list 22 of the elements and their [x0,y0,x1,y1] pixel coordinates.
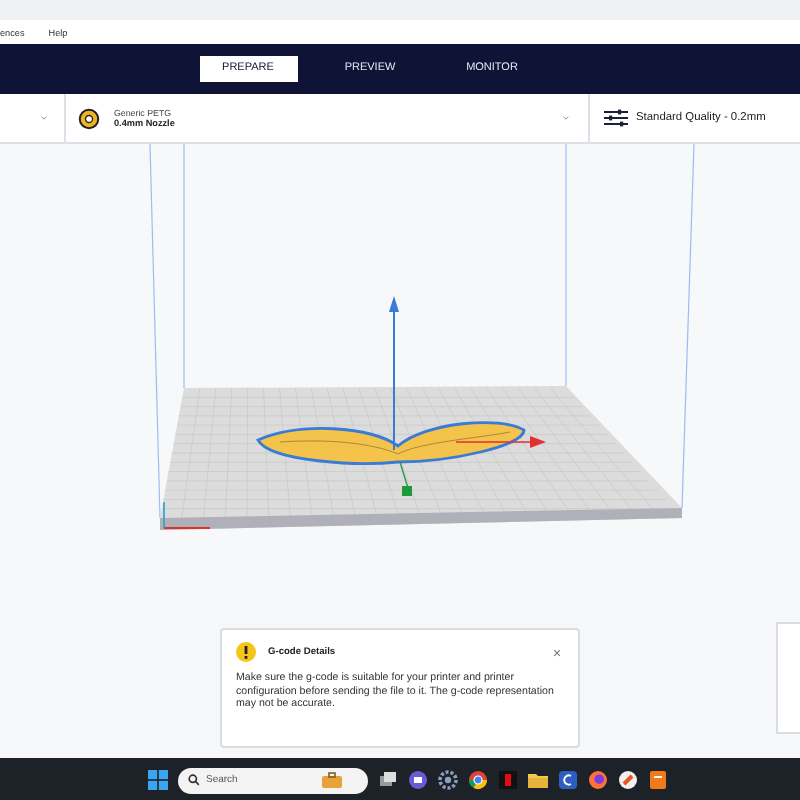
model-drawing[interactable] [256,421,526,465]
slicer-app-icon[interactable] [558,770,578,790]
warning-icon [236,642,256,662]
spool-icon [78,107,100,129]
folder-icon[interactable] [528,770,548,790]
circle-app-icon[interactable] [618,770,638,790]
chat-bubble-icon[interactable] [408,770,428,790]
y-axis-handle[interactable] [399,461,412,496]
fox-browser-icon[interactable] [588,770,608,790]
z-axis-arrow[interactable] [389,296,399,451]
windows-start-icon[interactable] [148,770,168,790]
task-view-icon[interactable] [378,770,398,790]
app-icon[interactable] [648,770,668,790]
gear-icon[interactable] [438,770,458,790]
briefcase-icon [322,772,342,788]
streaming-app-icon[interactable] [498,770,518,790]
search-icon [188,774,200,786]
x-axis-arrow[interactable] [455,436,546,448]
browser-icon[interactable] [468,770,488,790]
close-icon[interactable] [550,645,564,659]
settings-sliders-icon[interactable] [604,108,628,128]
origin-axes-drawing [163,501,211,529]
